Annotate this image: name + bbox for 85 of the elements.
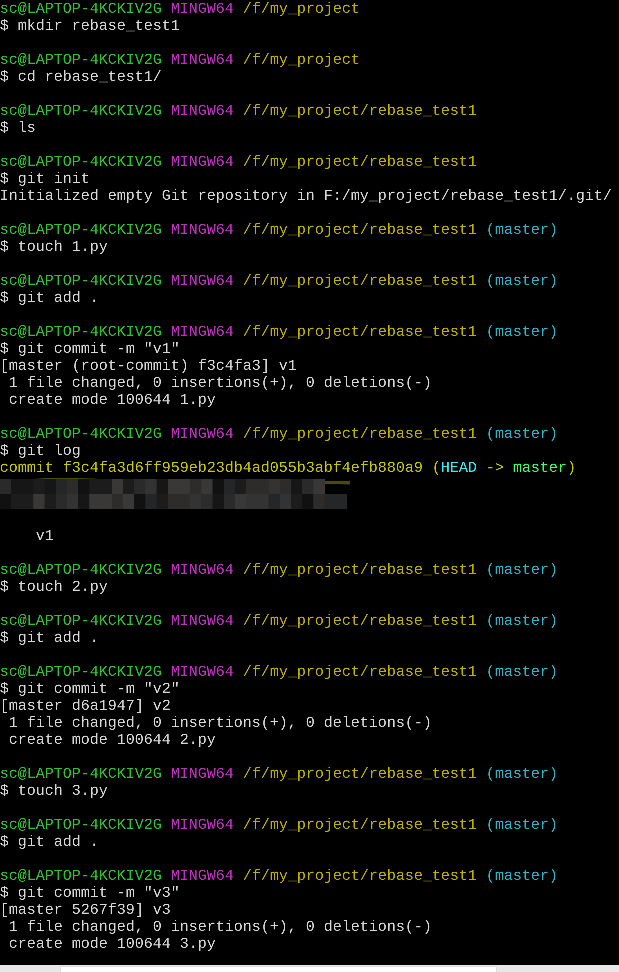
command-text: $ git commit -m "v2" — [0, 681, 180, 698]
system-name: MINGW64 — [171, 664, 234, 681]
command-text: $ git commit -m "v3" — [0, 885, 180, 902]
user-host: sc@LAPTOP-4KCKIV2G — [0, 324, 162, 341]
system-name: MINGW64 — [171, 52, 234, 69]
branch-name: (master) — [486, 868, 558, 885]
user-host: sc@LAPTOP-4KCKIV2G — [0, 426, 162, 443]
command-text: $ touch 1.py — [0, 239, 108, 256]
system-name: MINGW64 — [171, 562, 234, 579]
path-text: /f/my_project/rebase_test1 — [243, 868, 478, 885]
path-text: /f/my_project/rebase_test1 — [243, 273, 478, 290]
command-text: $ git commit -m "v1" — [0, 341, 180, 358]
user-host: sc@LAPTOP-4KCKIV2G — [0, 766, 162, 783]
output-text: create mode 100644 2.py — [8, 732, 216, 749]
command-text: $ mkdir rebase_test1 — [0, 18, 180, 35]
user-host: sc@LAPTOP-4KCKIV2G — [0, 154, 162, 171]
command-text: $ git init — [0, 171, 90, 188]
head-ref: HEAD — [441, 460, 478, 477]
commit-hash: commit f3c4fa3d6ff959eb23db4ad055b3abf4efb880a9 — [0, 460, 424, 477]
command-text: $ touch 2.py — [0, 579, 108, 596]
system-name: MINGW64 — [171, 613, 234, 630]
path-text: /f/my_project/rebase_test1 — [243, 562, 478, 579]
user-host: sc@LAPTOP-4KCKIV2G — [0, 273, 162, 290]
user-host: sc@LAPTOP-4KCKIV2G — [0, 103, 162, 120]
branch-name: (master) — [486, 562, 558, 579]
system-name: MINGW64 — [171, 766, 234, 783]
output-text: [master (root-commit) f3c4fa3] v1 — [0, 358, 298, 375]
paren-text: ( — [432, 460, 442, 477]
output-text: 1 file changed, 0 insertions(+), 0 deletions(-) — [8, 919, 432, 936]
system-name: MINGW64 — [171, 868, 234, 885]
branch-ref: master — [513, 460, 568, 477]
command-text: $ ls — [0, 120, 36, 137]
system-name: MINGW64 — [171, 273, 234, 290]
path-text: /f/my_project/rebase_test1 — [243, 613, 478, 630]
command-text: $ cd rebase_test1/ — [0, 69, 162, 86]
path-text: /f/my_project/rebase_test1 — [243, 222, 478, 239]
branch-name: (master) — [486, 664, 558, 681]
path-text: /f/my_project/rebase_test1 — [243, 817, 478, 834]
branch-name: (master) — [486, 324, 558, 341]
system-name: MINGW64 — [171, 1, 234, 18]
commit-message: v1 — [36, 528, 54, 545]
branch-name: (master) — [486, 426, 558, 443]
branch-name: (master) — [486, 766, 558, 783]
user-host: sc@LAPTOP-4KCKIV2G — [0, 222, 162, 239]
system-name: MINGW64 — [171, 817, 234, 834]
output-text: create mode 100644 3.py — [8, 936, 216, 953]
path-text: /f/my_project/rebase_test1 — [243, 426, 478, 443]
system-name: MINGW64 — [171, 324, 234, 341]
output-text: 1 file changed, 0 insertions(+), 0 deletions(-) — [8, 375, 432, 392]
arrow-text: -> — [486, 460, 504, 477]
branch-name: (master) — [486, 222, 558, 239]
branch-name: (master) — [486, 613, 558, 630]
user-host: sc@LAPTOP-4KCKIV2G — [0, 562, 162, 579]
path-text: /f/my_project/rebase_test1 — [243, 103, 478, 120]
system-name: MINGW64 — [171, 222, 234, 239]
output-text: 1 file changed, 0 insertions(+), 0 deletions(-) — [8, 715, 432, 732]
branch-name: (master) — [486, 273, 558, 290]
output-text: create mode 100644 1.py — [8, 392, 216, 409]
command-text: $ git add . — [0, 630, 100, 647]
horizontal-scrollbar[interactable] — [0, 965, 619, 972]
path-text: /f/my_project/rebase_test1 — [243, 154, 478, 171]
path-text: /f/my_project/rebase_test1 — [243, 664, 478, 681]
scrollbar-thumb[interactable] — [60, 966, 497, 972]
output-text: Initialized empty Git repository in F:/my_project/rebase_test1/.git/ — [0, 188, 612, 205]
user-host: sc@LAPTOP-4KCKIV2G — [0, 664, 162, 681]
path-text: /f/my_project — [243, 1, 360, 18]
user-host: sc@LAPTOP-4KCKIV2G — [0, 52, 162, 69]
output-text: [master 5267f39] v3 — [0, 902, 172, 919]
command-text: $ git add . — [0, 290, 100, 307]
paren-text: ) — [567, 460, 576, 477]
command-text: $ touch 3.py — [0, 783, 108, 800]
user-host: sc@LAPTOP-4KCKIV2G — [0, 1, 162, 18]
user-host: sc@LAPTOP-4KCKIV2G — [0, 817, 162, 834]
output-text: [master d6a1947] v2 — [0, 698, 172, 715]
command-text: $ git add . — [0, 834, 100, 851]
branch-name: (master) — [486, 817, 558, 834]
path-text: /f/my_project/rebase_test1 — [243, 324, 478, 341]
user-host: sc@LAPTOP-4KCKIV2G — [0, 613, 162, 630]
system-name: MINGW64 — [171, 426, 234, 443]
system-name: MINGW64 — [171, 154, 234, 171]
user-host: sc@LAPTOP-4KCKIV2G — [0, 868, 162, 885]
path-text: /f/my_project/rebase_test1 — [243, 766, 478, 783]
path-text: /f/my_project — [243, 52, 360, 69]
command-text: $ git log — [0, 443, 82, 460]
system-name: MINGW64 — [171, 103, 234, 120]
